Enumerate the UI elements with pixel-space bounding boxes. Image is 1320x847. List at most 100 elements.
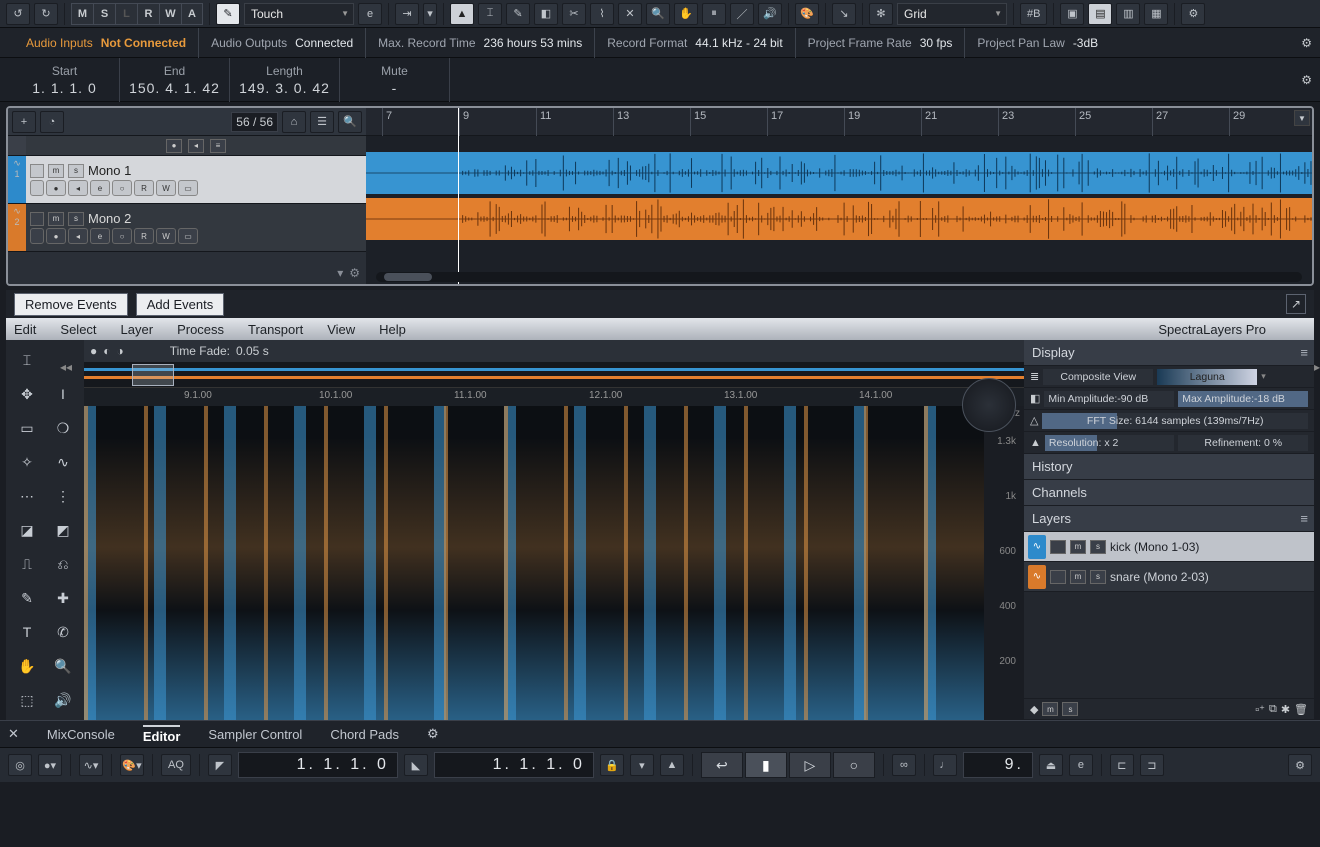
play-tool[interactable]: 🔊 — [758, 3, 782, 25]
comp-tool[interactable]: ✋ — [674, 3, 698, 25]
layer-m-button[interactable]: m — [1070, 570, 1086, 584]
track-monitor-icon[interactable]: ◂ — [188, 139, 204, 153]
timeline[interactable]: 7911131517192123252729 — [366, 108, 1312, 284]
tracklist-dropdown-icon[interactable]: ▾ — [337, 266, 343, 284]
colormap-dropdown[interactable]: Laguna — [1157, 369, 1257, 385]
ibeam-tool[interactable]: I — [46, 378, 80, 410]
menu-layer[interactable]: Layer — [121, 322, 154, 337]
menu-process[interactable]: Process — [177, 322, 224, 337]
state-l-button[interactable]: L — [115, 3, 137, 25]
redo-button[interactable]: ↻ — [34, 3, 58, 25]
lock-icon[interactable]: 🔒 — [600, 754, 624, 776]
power-icon[interactable]: ◎ — [8, 754, 32, 776]
fx-icon[interactable]: ✱ — [1281, 703, 1290, 716]
track-m-button[interactable]: m — [48, 212, 64, 226]
tracklist-gear-icon[interactable]: ⚙ — [349, 266, 360, 284]
constrain-icon[interactable]: ⇥ — [395, 3, 419, 25]
picker-tool[interactable]: ✆ — [46, 616, 80, 648]
move-tool[interactable]: ✥ — [10, 378, 44, 410]
layer-s-button[interactable]: s — [1062, 702, 1078, 716]
history-panel-title[interactable]: History — [1024, 454, 1314, 480]
brush-tool[interactable]: ✎ — [10, 582, 44, 614]
wand-tool[interactable]: ✧ — [10, 446, 44, 478]
refinement-slider[interactable]: Refinement: 0 % — [1178, 435, 1308, 451]
zoom-tool-sl[interactable]: 🔍 — [46, 650, 80, 682]
eraser-tool[interactable]: ◪ — [10, 514, 44, 546]
resolution-slider[interactable]: Resolution: x 2 — [1045, 435, 1175, 451]
track-lane-button[interactable]: ▭ — [178, 228, 198, 244]
marquee-tool[interactable]: ▭ — [10, 412, 44, 444]
fft-icon[interactable]: △ — [1030, 414, 1038, 427]
spectrogram-display[interactable] — [84, 406, 984, 720]
track-edit-button[interactable]: e — [90, 228, 110, 244]
tempo-field[interactable]: 9. — [963, 752, 1033, 778]
track-rec-button[interactable]: ● — [46, 180, 66, 196]
menu-select[interactable]: Select — [60, 322, 96, 337]
text-tool[interactable]: T — [10, 616, 44, 648]
track-lane-button[interactable]: ▭ — [178, 180, 198, 196]
automation-mode-dropdown[interactable]: Touch — [244, 3, 354, 25]
layer-row[interactable]: ∿ m s snare (Mono 2-03) — [1024, 562, 1314, 592]
state-m-button[interactable]: M — [71, 3, 93, 25]
list-icon[interactable]: ☰ — [310, 111, 334, 133]
start-value[interactable]: 1. 1. 1. 0 — [10, 80, 119, 96]
track-rec-icon[interactable]: ● — [166, 139, 182, 153]
stop-button[interactable]: ▮ — [745, 752, 787, 778]
color-tool[interactable]: 🎨 — [795, 3, 819, 25]
marker-icon[interactable]: ▲ — [660, 754, 684, 776]
layers-icon[interactable]: ≣ — [1030, 370, 1039, 383]
harmonic-tool[interactable]: ⋯ — [10, 480, 44, 512]
metronome-icon[interactable]: ⏏ — [1039, 754, 1063, 776]
play-button[interactable]: ▷ — [789, 752, 831, 778]
add-events-button[interactable]: Add Events — [136, 293, 225, 316]
record-format-value[interactable]: 44.1 kHz - 24 bit — [695, 36, 782, 50]
aq-button[interactable]: AQ — [161, 754, 191, 776]
panel-layout-2[interactable]: ▤ — [1088, 3, 1112, 25]
max-amplitude-slider[interactable]: Max Amplitude:-18 dB — [1178, 391, 1308, 407]
wave-icon[interactable]: ∿▾ — [79, 754, 103, 776]
group-layer-icon[interactable]: ⧉ — [1269, 703, 1277, 716]
left-locator-icon[interactable]: ◤ — [208, 754, 232, 776]
layer-color-chip[interactable]: ∿ — [1028, 565, 1046, 589]
menu-edit[interactable]: Edit — [14, 322, 36, 337]
track-arm-chk[interactable] — [30, 212, 44, 226]
view-mode-dropdown[interactable]: Composite View — [1043, 369, 1153, 385]
right-locator-field[interactable]: 1. 1. 1. 0 — [434, 752, 594, 778]
layer-s-button[interactable]: s — [1090, 540, 1106, 554]
remove-events-button[interactable]: Remove Events — [14, 293, 128, 316]
h-scrollbar[interactable] — [376, 272, 1302, 282]
clone-tool[interactable]: ⎌ — [46, 548, 80, 580]
menu-transport[interactable]: Transport — [248, 322, 303, 337]
undo-button[interactable]: ↺ — [6, 3, 30, 25]
cursor-tool[interactable]: ⌶ — [10, 344, 44, 376]
navigation-radar[interactable] — [962, 378, 1016, 432]
forward-icon[interactable]: ▸▸ — [1314, 360, 1320, 374]
track-preset-button[interactable]: ◔ — [40, 111, 64, 133]
freq-tool[interactable]: ∿ — [46, 446, 80, 478]
track-w-button[interactable]: W — [156, 228, 176, 244]
track-name[interactable]: Mono 1 — [88, 163, 131, 178]
layers-menu-icon[interactable]: ≡ — [1300, 511, 1308, 526]
punch-dropdown-icon[interactable]: ▾ — [630, 754, 654, 776]
lasso-tool[interactable]: ❍ — [46, 412, 80, 444]
left-locator-field[interactable]: 1. 1. 1. 0 — [238, 752, 398, 778]
snap-type-dropdown[interactable]: Grid — [897, 3, 1007, 25]
heal-tool[interactable]: ✚ — [46, 582, 80, 614]
split-tool[interactable]: ✂ — [562, 3, 586, 25]
event-lane-mono2[interactable] — [366, 198, 1312, 240]
home-icon[interactable]: ⌂ — [282, 111, 306, 133]
tab-sampler[interactable]: Sampler Control — [208, 727, 302, 742]
layer-chk[interactable] — [1050, 540, 1066, 554]
panel-menu-icon[interactable]: ≡ — [1300, 345, 1308, 360]
time-tool[interactable]: ⋮ — [46, 480, 80, 512]
time-fade-value[interactable]: 0.05 s — [236, 344, 269, 358]
min-amplitude-slider[interactable]: Min Amplitude:-90 dB — [1044, 391, 1174, 407]
rewind-icon[interactable]: ◂◂ — [60, 360, 72, 374]
in-icon[interactable]: ⊏ — [1110, 754, 1134, 776]
frame-rate-value[interactable]: 30 fps — [920, 36, 953, 50]
grid-icon[interactable]: # B — [1020, 3, 1047, 25]
track-r-button[interactable]: R — [134, 180, 154, 196]
layer-name[interactable]: snare (Mono 2-03) — [1110, 570, 1209, 584]
tab-chordpads[interactable]: Chord Pads — [330, 727, 399, 742]
playhead[interactable] — [458, 108, 459, 284]
